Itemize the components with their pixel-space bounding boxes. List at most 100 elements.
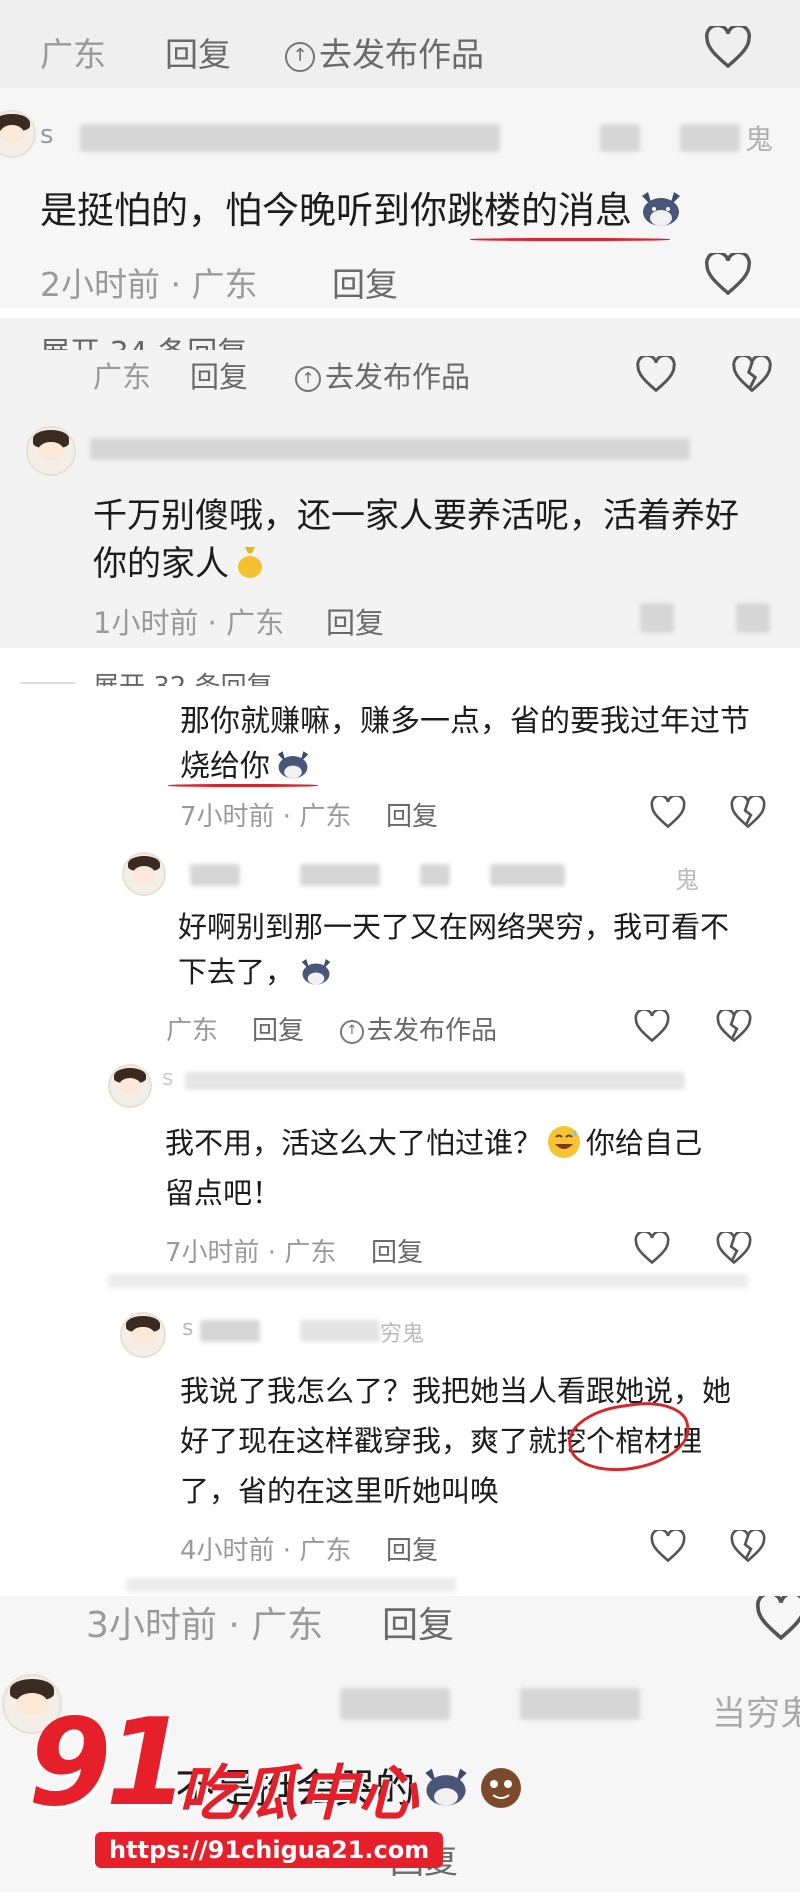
comment-text-line-1: 千万别傻哦，还一家人要养活呢，活着养好 xyxy=(93,496,739,536)
expand-replies-partial[interactable]: 展开 34 条回复 xyxy=(40,328,247,350)
username-suffix: 当穷鬼 xyxy=(712,1694,800,1734)
blurred-username xyxy=(680,124,740,152)
reply-button[interactable]: 回复 xyxy=(165,28,231,76)
comment-text-line-2: 下去了， xyxy=(178,949,334,993)
upload-icon: ↑ xyxy=(285,41,315,72)
comment-text-line-1: 我不用，活这么大了怕过谁？ 你给自己 xyxy=(165,1120,702,1167)
like-heart-icon[interactable] xyxy=(756,1596,800,1640)
reply-button[interactable]: 回复 xyxy=(386,796,438,833)
expand-replies-partial[interactable]: 展开 32 条回复 ⌄ xyxy=(93,666,303,686)
blurred-username xyxy=(300,1320,380,1342)
blurred-dislike-icon xyxy=(736,603,770,633)
chevron-down-icon: ⌄ xyxy=(273,672,303,686)
comment-text-line-1: 那你就赚嘛，赚多一点，省的要我过年过节 xyxy=(180,704,750,739)
like-heart-icon[interactable] xyxy=(705,26,751,68)
like-heart-icon[interactable] xyxy=(650,1530,686,1562)
blurred-username xyxy=(340,1688,450,1720)
username-suffix: 穷鬼 xyxy=(380,1322,425,1347)
like-heart-icon[interactable] xyxy=(634,1232,670,1264)
money-bag-emoji xyxy=(235,543,265,588)
username-suffix: 鬼 xyxy=(745,123,774,156)
location-label: 广东 xyxy=(166,1016,219,1046)
blurred-username xyxy=(600,124,640,152)
post-works-button[interactable]: ↑ 去发布作品 xyxy=(295,354,470,396)
blurred-username xyxy=(520,1688,640,1720)
comment-text-line-2: 留点吧！ xyxy=(165,1176,282,1210)
comment-strip-3: 展开 34 条回复 广东 回复 ↑去发布作品 千万别傻哦，还一家人要养活呢，活着… xyxy=(0,318,800,648)
time-location: 7小时前 · 广东 xyxy=(165,1238,337,1268)
grinning-sweat-emoji xyxy=(546,1124,582,1167)
dislike-broken-heart-icon[interactable] xyxy=(716,1232,752,1264)
blurred-username xyxy=(190,864,240,886)
highlighted-text: 你跳楼的消息 xyxy=(410,189,632,232)
comment-strip-4: 展开 32 条回复 ⌄ 那你就赚嘛，赚多一点，省的要我过年过节 烧给你 7小时前… xyxy=(0,656,800,842)
comment-strip-8: 3小时前 · 广东 回复 当穷鬼 不是挺会哭的 回复 91 吃瓜中心 https… xyxy=(0,1596,800,1892)
reply-button[interactable]: 回复 xyxy=(382,1596,454,1648)
watermark-logo-91: 91 xyxy=(28,1694,189,1833)
time-location: 7小时前 · 广东 xyxy=(180,802,352,832)
dislike-broken-heart-icon[interactable] xyxy=(730,1530,766,1562)
like-heart-icon[interactable] xyxy=(636,356,676,392)
post-works-label: 去发布作品 xyxy=(325,360,471,394)
reply-button[interactable]: 回复 xyxy=(252,1010,304,1047)
like-heart-icon[interactable] xyxy=(650,796,686,828)
location-label: 广东 xyxy=(93,360,152,394)
comment-strip-2: s 鬼 是挺怕的，怕今晚听到你跳楼的消息 2小时前 · 广东 回复 xyxy=(0,88,800,308)
watermark-url: https://91chigua21.com xyxy=(95,1832,444,1868)
poop-face-emoji xyxy=(477,1762,525,1820)
username-partial: s xyxy=(162,1066,174,1091)
upload-icon: ↑ xyxy=(340,1019,364,1044)
post-works-label: 去发布作品 xyxy=(367,1016,498,1046)
time-location: 2小时前 · 广东 xyxy=(40,265,258,304)
comment-text: 是挺怕的，怕今晚听到你跳楼的消息 xyxy=(40,180,684,237)
location-label: 广东 xyxy=(40,35,106,74)
avatar xyxy=(122,852,166,896)
comment-strip-5: 鬼 好啊别到那一天了又在网络哭穷，我可看不 下去了， 广东 回复 ↑ 去发布作品 xyxy=(0,842,800,1052)
reply-button[interactable]: 回复 xyxy=(332,258,398,306)
comment-text-line-3: 了，省的在这里听她叫唤 xyxy=(180,1474,500,1508)
partial-next-comment-row xyxy=(108,1274,748,1288)
avatar xyxy=(108,1064,152,1108)
dislike-broken-heart-icon[interactable] xyxy=(730,796,766,828)
comment-strip-7: s 穷鬼 我说了我怎么了？我把她当人看跟她说，她 好了现在这样戳穿我，爽了就挖个… xyxy=(0,1296,800,1596)
dog-face-emoji xyxy=(298,956,334,993)
blurred-username xyxy=(200,1320,260,1342)
like-heart-icon[interactable] xyxy=(705,253,751,295)
avatar xyxy=(0,110,36,158)
avatar xyxy=(26,426,76,476)
comment-strip-1: 广东 回复 ↑ 去发布作品 xyxy=(0,0,800,88)
partial-next-comment-row xyxy=(126,1578,456,1592)
dislike-broken-heart-icon[interactable] xyxy=(732,356,772,392)
blurred-username xyxy=(185,1072,685,1090)
comment-text-line-2: 你的家人 xyxy=(93,536,265,588)
post-works-button[interactable]: ↑ 去发布作品 xyxy=(285,28,484,76)
reply-button[interactable]: 回复 xyxy=(371,1232,423,1269)
username-partial: s xyxy=(182,1316,194,1341)
post-works-label: 去发布作品 xyxy=(319,35,484,74)
red-underline-annotation xyxy=(168,784,318,787)
blurred-username xyxy=(420,864,450,886)
time-location: 4小时前 · 广东 xyxy=(180,1536,352,1566)
username-partial: s xyxy=(40,120,54,150)
blurred-username xyxy=(490,864,565,886)
reply-button[interactable]: 回复 xyxy=(190,354,248,396)
reply-button[interactable]: 回复 xyxy=(386,1530,438,1567)
avatar xyxy=(120,1312,166,1358)
upload-icon: ↑ xyxy=(295,366,321,392)
blurred-like-icon xyxy=(640,603,674,633)
dog-face-emoji xyxy=(638,188,684,237)
like-heart-icon[interactable] xyxy=(634,1010,670,1042)
divider xyxy=(20,682,75,684)
reply-button[interactable]: 回复 xyxy=(326,600,384,642)
dislike-broken-heart-icon[interactable] xyxy=(716,1010,752,1042)
comment-strip-6: s 我不用，活这么大了怕过谁？ 你给自己 留点吧！ 7小时前 · 广东 回复 xyxy=(0,1052,800,1292)
username-suffix: 鬼 xyxy=(675,866,699,894)
post-works-button[interactable]: ↑ 去发布作品 xyxy=(340,1010,497,1047)
watermark-brand: 吃瓜中心 xyxy=(178,1759,418,1829)
time-location: 1小时前 · 广东 xyxy=(93,606,285,640)
blurred-username xyxy=(300,864,380,886)
dog-face-emoji xyxy=(274,748,312,788)
red-underline-annotation xyxy=(470,238,670,241)
blurred-username xyxy=(80,124,500,152)
comment-text-line-2: 烧给你 xyxy=(180,741,312,788)
